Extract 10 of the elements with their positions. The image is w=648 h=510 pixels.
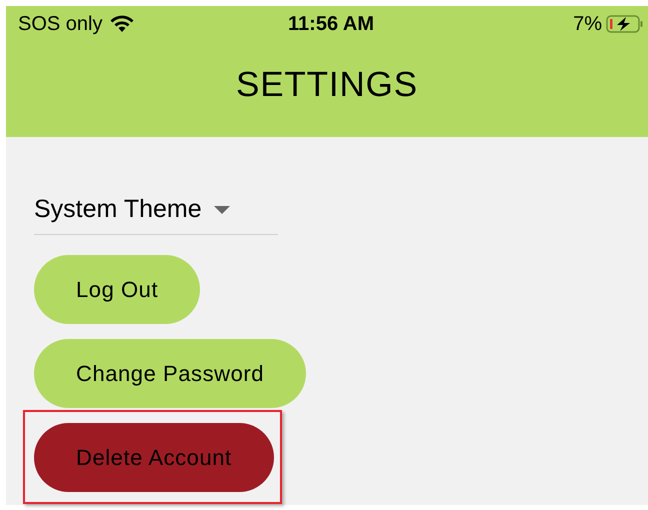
battery-text: 7% xyxy=(573,12,602,37)
action-button[interactable]: Change Password xyxy=(34,339,306,408)
action-button[interactable]: Log Out xyxy=(34,255,200,324)
theme-dropdown[interactable]: System Theme xyxy=(34,191,278,235)
carrier-text: SOS only xyxy=(18,12,102,37)
page-title: SETTINGS xyxy=(236,64,418,106)
wifi-icon xyxy=(110,15,134,33)
clock-text: 11:56 AM xyxy=(288,12,374,37)
battery-icon xyxy=(606,14,644,34)
caret-icon xyxy=(214,206,230,214)
